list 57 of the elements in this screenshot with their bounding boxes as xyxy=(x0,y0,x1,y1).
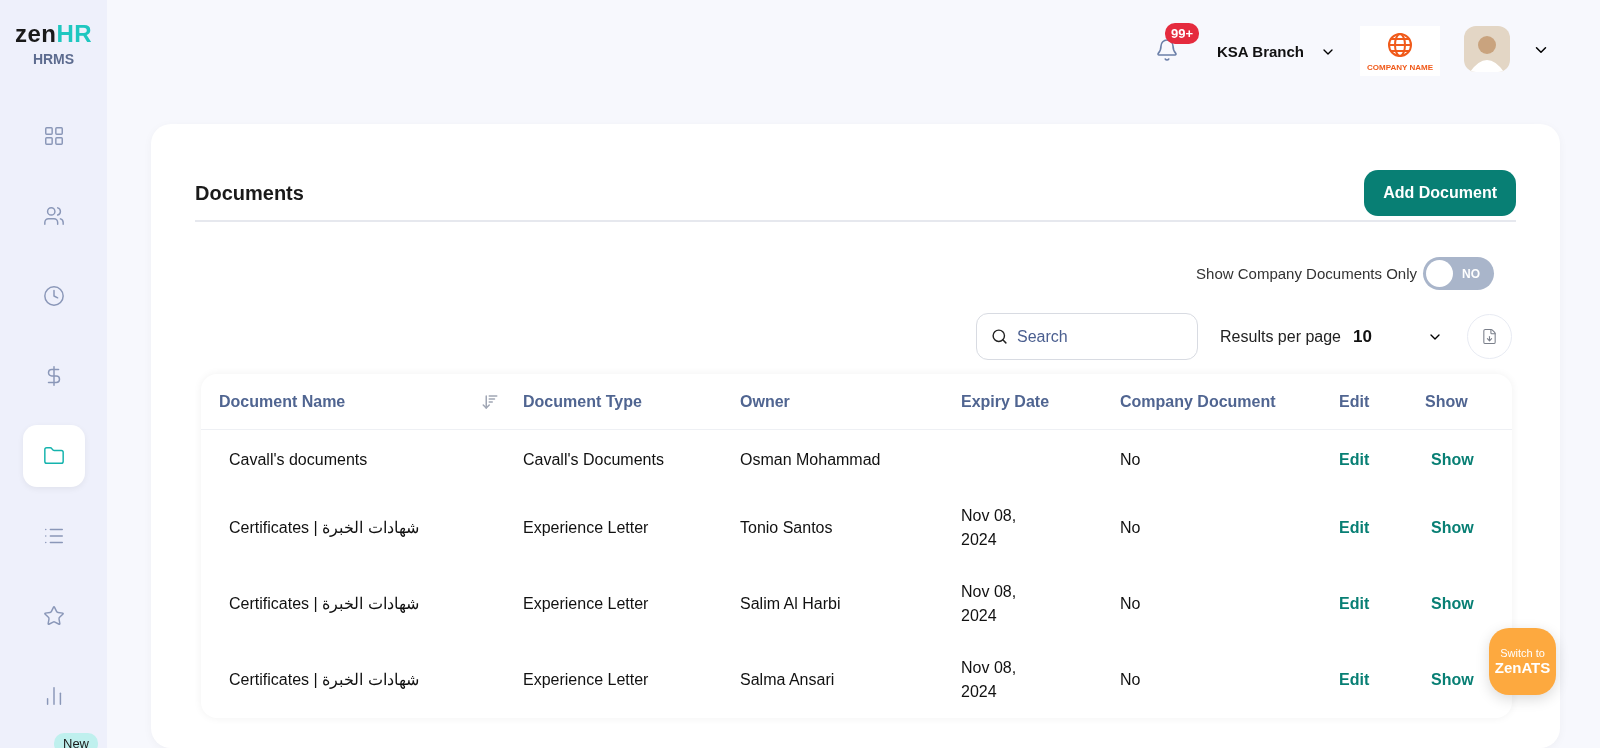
table-cell-text: Nov 08, 2024 xyxy=(961,506,1018,550)
results-per-page-label: Results per page xyxy=(1220,327,1341,346)
table-cell-text: Tonio Santos xyxy=(740,518,834,538)
search-field[interactable]: Search xyxy=(976,313,1199,360)
show-link[interactable]: Show xyxy=(1431,595,1474,613)
bell-icon[interactable] xyxy=(1155,38,1180,62)
table-cell-text: Experience Letter xyxy=(523,670,650,690)
folder-icon xyxy=(42,445,65,467)
table-cell-text: Cavall's documents xyxy=(228,450,369,470)
new-badge: New xyxy=(54,733,98,748)
page-title: Documents xyxy=(195,181,304,205)
branch-selector[interactable]: KSA Branch xyxy=(1217,43,1304,60)
edit-link[interactable]: Edit xyxy=(1339,519,1370,537)
sort-icon[interactable] xyxy=(481,392,499,411)
edit-link[interactable]: Edit xyxy=(1339,671,1370,689)
column-header[interactable]: Company Document xyxy=(1120,392,1339,411)
column-header[interactable]: Document Type xyxy=(523,392,740,411)
users-icon xyxy=(42,205,65,227)
edit-link[interactable]: Edit xyxy=(1339,595,1370,613)
table-cell-text: No xyxy=(1120,450,1142,470)
star-icon xyxy=(42,605,65,627)
table-cell-text: No xyxy=(1120,670,1142,690)
add-document-button[interactable]: Add Document xyxy=(1364,170,1516,216)
edit-link[interactable]: Edit xyxy=(1339,451,1370,469)
show-link[interactable]: Show xyxy=(1431,671,1474,689)
user-avatar[interactable] xyxy=(1464,26,1510,72)
table-cell-text: No xyxy=(1120,518,1142,538)
company-logo: COMPANY NAME xyxy=(1360,26,1440,76)
table-cell-text: Nov 08, 2024 xyxy=(961,582,1018,626)
show-link[interactable]: Show xyxy=(1431,519,1474,537)
search-icon xyxy=(991,328,1009,345)
logo: zenHR xyxy=(14,20,93,48)
clock-icon xyxy=(42,285,65,307)
column-header[interactable]: Expiry Date xyxy=(961,392,1120,411)
download-icon xyxy=(1481,328,1498,345)
table-cell-text: Certificates | شهادات الخبرة xyxy=(228,518,420,539)
table-cell-text: Experience Letter xyxy=(523,518,650,538)
notification-badge: 99+ xyxy=(1165,23,1200,44)
column-header[interactable]: Document Name xyxy=(219,392,523,411)
table-cell-text: Nov 08, 2024 xyxy=(961,658,1018,702)
table-cell-text: Salim Al Harbi xyxy=(740,594,842,614)
table-cell-text: No xyxy=(1120,594,1142,614)
app-subtitle: HRMS xyxy=(32,51,75,67)
table-cell-text: Certificates | شهادات الخبرة xyxy=(228,594,420,615)
toggle-label: Show Company Documents Only xyxy=(1196,265,1417,282)
nav-item[interactable] xyxy=(22,425,85,487)
grid-icon xyxy=(42,125,65,147)
column-header[interactable]: Edit xyxy=(1339,392,1425,411)
table-cell-text: Certificates | شهادات الخبرة xyxy=(228,670,420,691)
table-cell-text: Osman Mohammad xyxy=(740,450,882,470)
table-cell-text: Experience Letter xyxy=(523,594,650,614)
results-per-page-select[interactable]: 10 xyxy=(1353,326,1443,347)
table-cell-text: Salma Ansari xyxy=(740,670,836,690)
column-header[interactable]: Show xyxy=(1425,392,1512,411)
table-cell-text: Cavall's Documents xyxy=(523,450,665,470)
show-link[interactable]: Show xyxy=(1431,451,1474,469)
column-header[interactable]: Owner xyxy=(740,392,961,411)
